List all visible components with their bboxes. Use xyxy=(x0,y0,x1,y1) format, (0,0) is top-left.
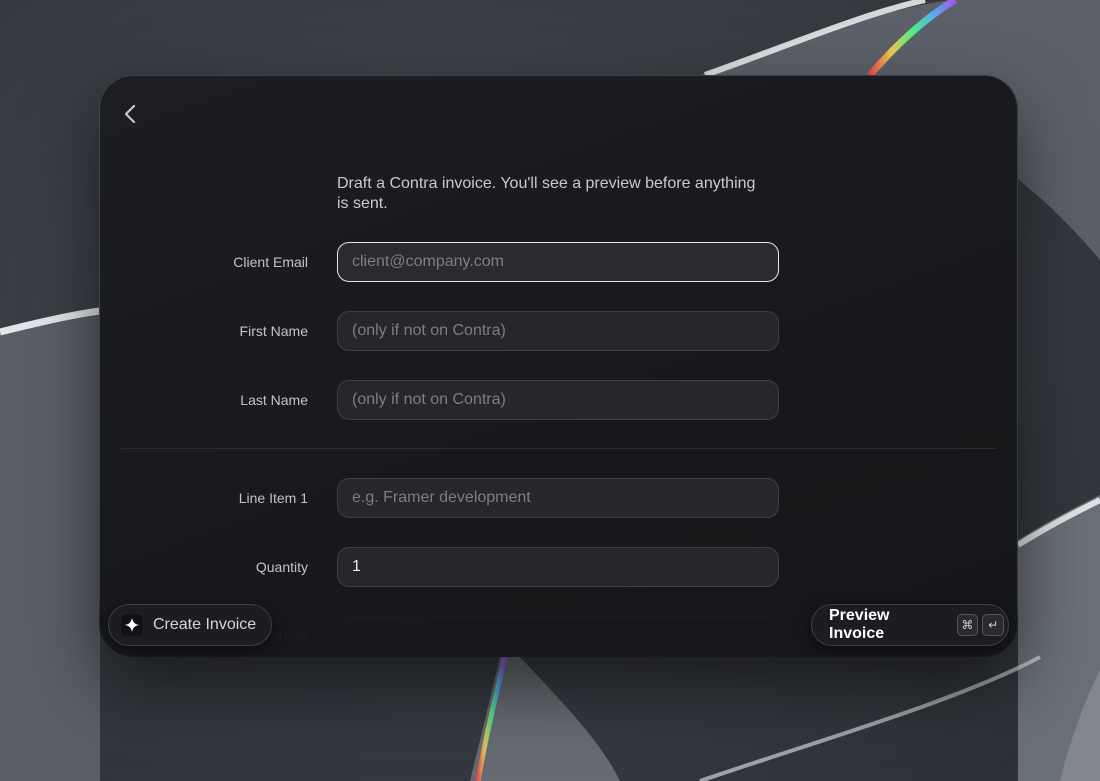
client-email-input[interactable] xyxy=(337,242,779,282)
preview-invoice-button[interactable]: Preview Invoice ⌘ ↵ xyxy=(811,604,1009,646)
first-name-input[interactable] xyxy=(337,311,779,351)
return-key-icon: ↵ xyxy=(982,614,1005,636)
sparkle-icon xyxy=(121,614,143,636)
client-email-row: Client Email xyxy=(99,242,1018,282)
intro-text: Draft a Contra invoice. You'll see a pre… xyxy=(337,175,756,212)
desktop: Draft a Contra invoice. You'll see a pre… xyxy=(0,0,1100,781)
quantity-row: Quantity xyxy=(99,547,1018,587)
last-name-input[interactable] xyxy=(337,380,779,420)
quantity-input[interactable] xyxy=(337,547,779,587)
create-invoice-label: Create Invoice xyxy=(153,616,257,633)
section-divider xyxy=(121,448,996,449)
chevron-left-icon xyxy=(124,104,136,124)
invoice-panel: Draft a Contra invoice. You'll see a pre… xyxy=(99,75,1018,657)
create-invoice-button[interactable]: Create Invoice xyxy=(108,604,272,646)
last-name-label: Last Name xyxy=(240,392,308,408)
first-name-label: First Name xyxy=(239,323,308,339)
first-name-row: First Name xyxy=(99,311,1018,351)
last-name-row: Last Name xyxy=(99,380,1018,420)
line-item-1-input[interactable] xyxy=(337,478,779,518)
preview-invoice-label: Preview Invoice xyxy=(829,607,890,642)
line-item-1-label: Line Item 1 xyxy=(238,490,308,506)
command-key-icon: ⌘ xyxy=(956,614,979,636)
quantity-label: Quantity xyxy=(255,559,308,575)
client-email-label: Client Email xyxy=(233,254,308,270)
line-item-1-row: Line Item 1 xyxy=(99,478,1018,518)
rate-label: Rate xyxy=(278,628,308,644)
rate-input[interactable] xyxy=(337,616,779,656)
back-button[interactable] xyxy=(117,100,145,128)
